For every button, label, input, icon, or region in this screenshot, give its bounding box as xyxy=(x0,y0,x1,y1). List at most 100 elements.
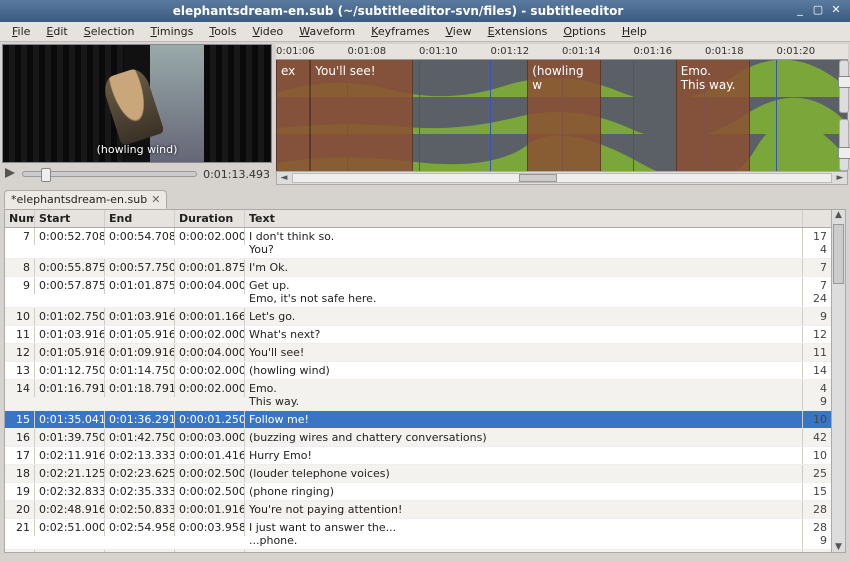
cell-text: I'm Ok. xyxy=(245,259,803,276)
col-duration[interactable]: Duration xyxy=(175,210,245,227)
cell-end: 0:02:35.333 xyxy=(105,483,175,500)
cell-duration: 0:00:01.416 xyxy=(175,447,245,464)
play-button[interactable] xyxy=(4,167,16,182)
cell-cps: 28 xyxy=(803,501,831,518)
table-row[interactable]: 110:01:03.9160:01:05.9160:00:02.000What'… xyxy=(5,326,831,344)
tab-close-icon[interactable]: ✕ xyxy=(151,193,160,206)
cell-text: (buzzing wires and chattery conversation… xyxy=(245,429,803,446)
cell-cps: 25 xyxy=(803,465,831,482)
cell-text: Let's go. xyxy=(245,308,803,325)
table-row[interactable]: 180:02:21.1250:02:23.6250:00:02.500(loud… xyxy=(5,465,831,483)
col-num[interactable]: Num xyxy=(5,210,35,227)
cell-text: (howling wind) xyxy=(245,362,803,379)
ruler-tick: 0:01:16 xyxy=(634,46,673,57)
cell-cps: 17 4 xyxy=(803,228,831,258)
table-row[interactable]: 210:02:51.0000:02:54.9580:00:03.958I jus… xyxy=(5,519,831,550)
grid-header[interactable]: Num Start End Duration Text xyxy=(5,210,831,228)
cell-num: 22 xyxy=(5,550,35,552)
window-title: elephantsdream-en.sub (~/subtitleeditor-… xyxy=(6,4,790,18)
table-row[interactable]: 120:01:05.9160:01:09.9160:00:04.000You'l… xyxy=(5,344,831,362)
menu-selection[interactable]: Selection xyxy=(76,23,143,40)
col-start[interactable]: Start xyxy=(35,210,105,227)
cell-duration: 0:00:02.500 xyxy=(175,483,245,500)
waveform-scale-slider[interactable] xyxy=(839,119,849,172)
menu-view[interactable]: View xyxy=(437,23,479,40)
menu-options[interactable]: Options xyxy=(555,23,613,40)
cell-cps: 28 9 xyxy=(803,519,831,549)
cell-cps: 10 14 xyxy=(803,550,831,552)
table-row[interactable]: 170:02:11.9160:02:13.3330:00:01.416Hurry… xyxy=(5,447,831,465)
cell-text: What's next? xyxy=(245,326,803,343)
menu-extensions[interactable]: Extensions xyxy=(480,23,556,40)
maximize-button[interactable]: ▢ xyxy=(810,3,826,19)
table-row[interactable]: 150:01:35.0410:01:36.2910:00:01.250Follo… xyxy=(5,411,831,429)
cell-num: 12 xyxy=(5,344,35,361)
waveform-ruler[interactable]: 0:01:060:01:080:01:100:01:120:01:140:01:… xyxy=(276,44,848,60)
minimize-button[interactable]: _ xyxy=(792,3,808,19)
waveform-body[interactable]: exYou'll see! (howling w Emo.This way. xyxy=(276,60,848,171)
waveform-vzoom-slider[interactable] xyxy=(839,60,849,113)
cell-end: 0:01:36.291 xyxy=(105,411,175,428)
cell-start: 0:02:51.000 xyxy=(35,519,105,536)
table-row[interactable]: 160:01:39.7500:01:42.7500:00:03.000(buzz… xyxy=(5,429,831,447)
table-row[interactable]: 200:02:48.9160:02:50.8330:00:01.916You'r… xyxy=(5,501,831,519)
grid-vscroll[interactable]: ▲ ▼ xyxy=(831,210,845,552)
cell-start: 0:01:05.916 xyxy=(35,344,105,361)
menu-edit[interactable]: Edit xyxy=(38,23,75,40)
table-row[interactable]: 220:02:55.8330:02:58.8750:00:03.041Emo, … xyxy=(5,550,831,552)
waveform-segment[interactable]: (howling w xyxy=(527,60,601,171)
cell-duration: 0:00:01.916 xyxy=(175,501,245,518)
cell-end: 0:01:05.916 xyxy=(105,326,175,343)
waveform-segment[interactable]: ex xyxy=(276,60,310,171)
table-row[interactable]: 100:01:02.7500:01:03.9160:00:01.166Let's… xyxy=(5,308,831,326)
table-row[interactable]: 130:01:12.7500:01:14.7500:00:02.000(howl… xyxy=(5,362,831,380)
cell-start: 0:00:55.875 xyxy=(35,259,105,276)
cell-start: 0:00:57.875 xyxy=(35,277,105,294)
cell-num: 17 xyxy=(5,447,35,464)
menubar: FileEditSelectionTimingsToolsVideoWavefo… xyxy=(0,22,850,42)
cell-text: Hurry Emo! xyxy=(245,447,803,464)
close-button[interactable]: ✕ xyxy=(828,3,844,19)
menu-waveform[interactable]: Waveform xyxy=(291,23,363,40)
cell-end: 0:01:01.875 xyxy=(105,277,175,294)
cell-start: 0:01:39.750 xyxy=(35,429,105,446)
cell-start: 0:01:35.041 xyxy=(35,411,105,428)
ruler-tick: 0:01:14 xyxy=(562,46,601,57)
waveform-segment[interactable]: Emo.This way. xyxy=(676,60,750,171)
scroll-up-icon[interactable]: ▲ xyxy=(832,210,845,220)
video-seek-slider[interactable] xyxy=(22,171,197,177)
video-frame[interactable]: (howling wind) xyxy=(2,44,272,163)
scroll-left-icon[interactable]: ◄ xyxy=(277,173,291,183)
waveform-hscroll[interactable]: ◄ ► xyxy=(276,171,848,185)
menu-video[interactable]: Video xyxy=(244,23,291,40)
col-text[interactable]: Text xyxy=(245,210,803,227)
ruler-tick: 0:01:08 xyxy=(348,46,387,57)
table-row[interactable]: 80:00:55.8750:00:57.7500:00:01.875I'm Ok… xyxy=(5,259,831,277)
cell-start: 0:02:11.916 xyxy=(35,447,105,464)
cell-duration: 0:00:01.166 xyxy=(175,308,245,325)
menu-keyframes[interactable]: Keyframes xyxy=(363,23,437,40)
menu-timings[interactable]: Timings xyxy=(142,23,201,40)
cell-end: 0:01:14.750 xyxy=(105,362,175,379)
cell-num: 15 xyxy=(5,411,35,428)
col-end[interactable]: End xyxy=(105,210,175,227)
cell-duration: 0:00:02.000 xyxy=(175,380,245,397)
cell-end: 0:02:54.958 xyxy=(105,519,175,536)
menu-file[interactable]: File xyxy=(4,23,38,40)
cell-cps: 7 xyxy=(803,259,831,276)
scroll-right-icon[interactable]: ► xyxy=(833,173,847,183)
table-row[interactable]: 190:02:32.8330:02:35.3330:00:02.500(phon… xyxy=(5,483,831,501)
cell-duration: 0:00:04.000 xyxy=(175,344,245,361)
menu-tools[interactable]: Tools xyxy=(201,23,244,40)
document-tab[interactable]: *elephantsdream-en.sub ✕ xyxy=(4,190,167,209)
cell-num: 16 xyxy=(5,429,35,446)
cell-cps: 15 xyxy=(803,483,831,500)
scroll-down-icon[interactable]: ▼ xyxy=(832,542,845,552)
menu-help[interactable]: Help xyxy=(614,23,655,40)
waveform-segment[interactable]: You'll see! xyxy=(310,60,413,171)
cell-cps: 9 xyxy=(803,308,831,325)
table-row[interactable]: 140:01:16.7910:01:18.7910:00:02.000Emo. … xyxy=(5,380,831,411)
table-row[interactable]: 70:00:52.7080:00:54.7080:00:02.000I don'… xyxy=(5,228,831,259)
table-row[interactable]: 90:00:57.8750:01:01.8750:00:04.000Get up… xyxy=(5,277,831,308)
video-caption: (howling wind) xyxy=(97,143,178,156)
